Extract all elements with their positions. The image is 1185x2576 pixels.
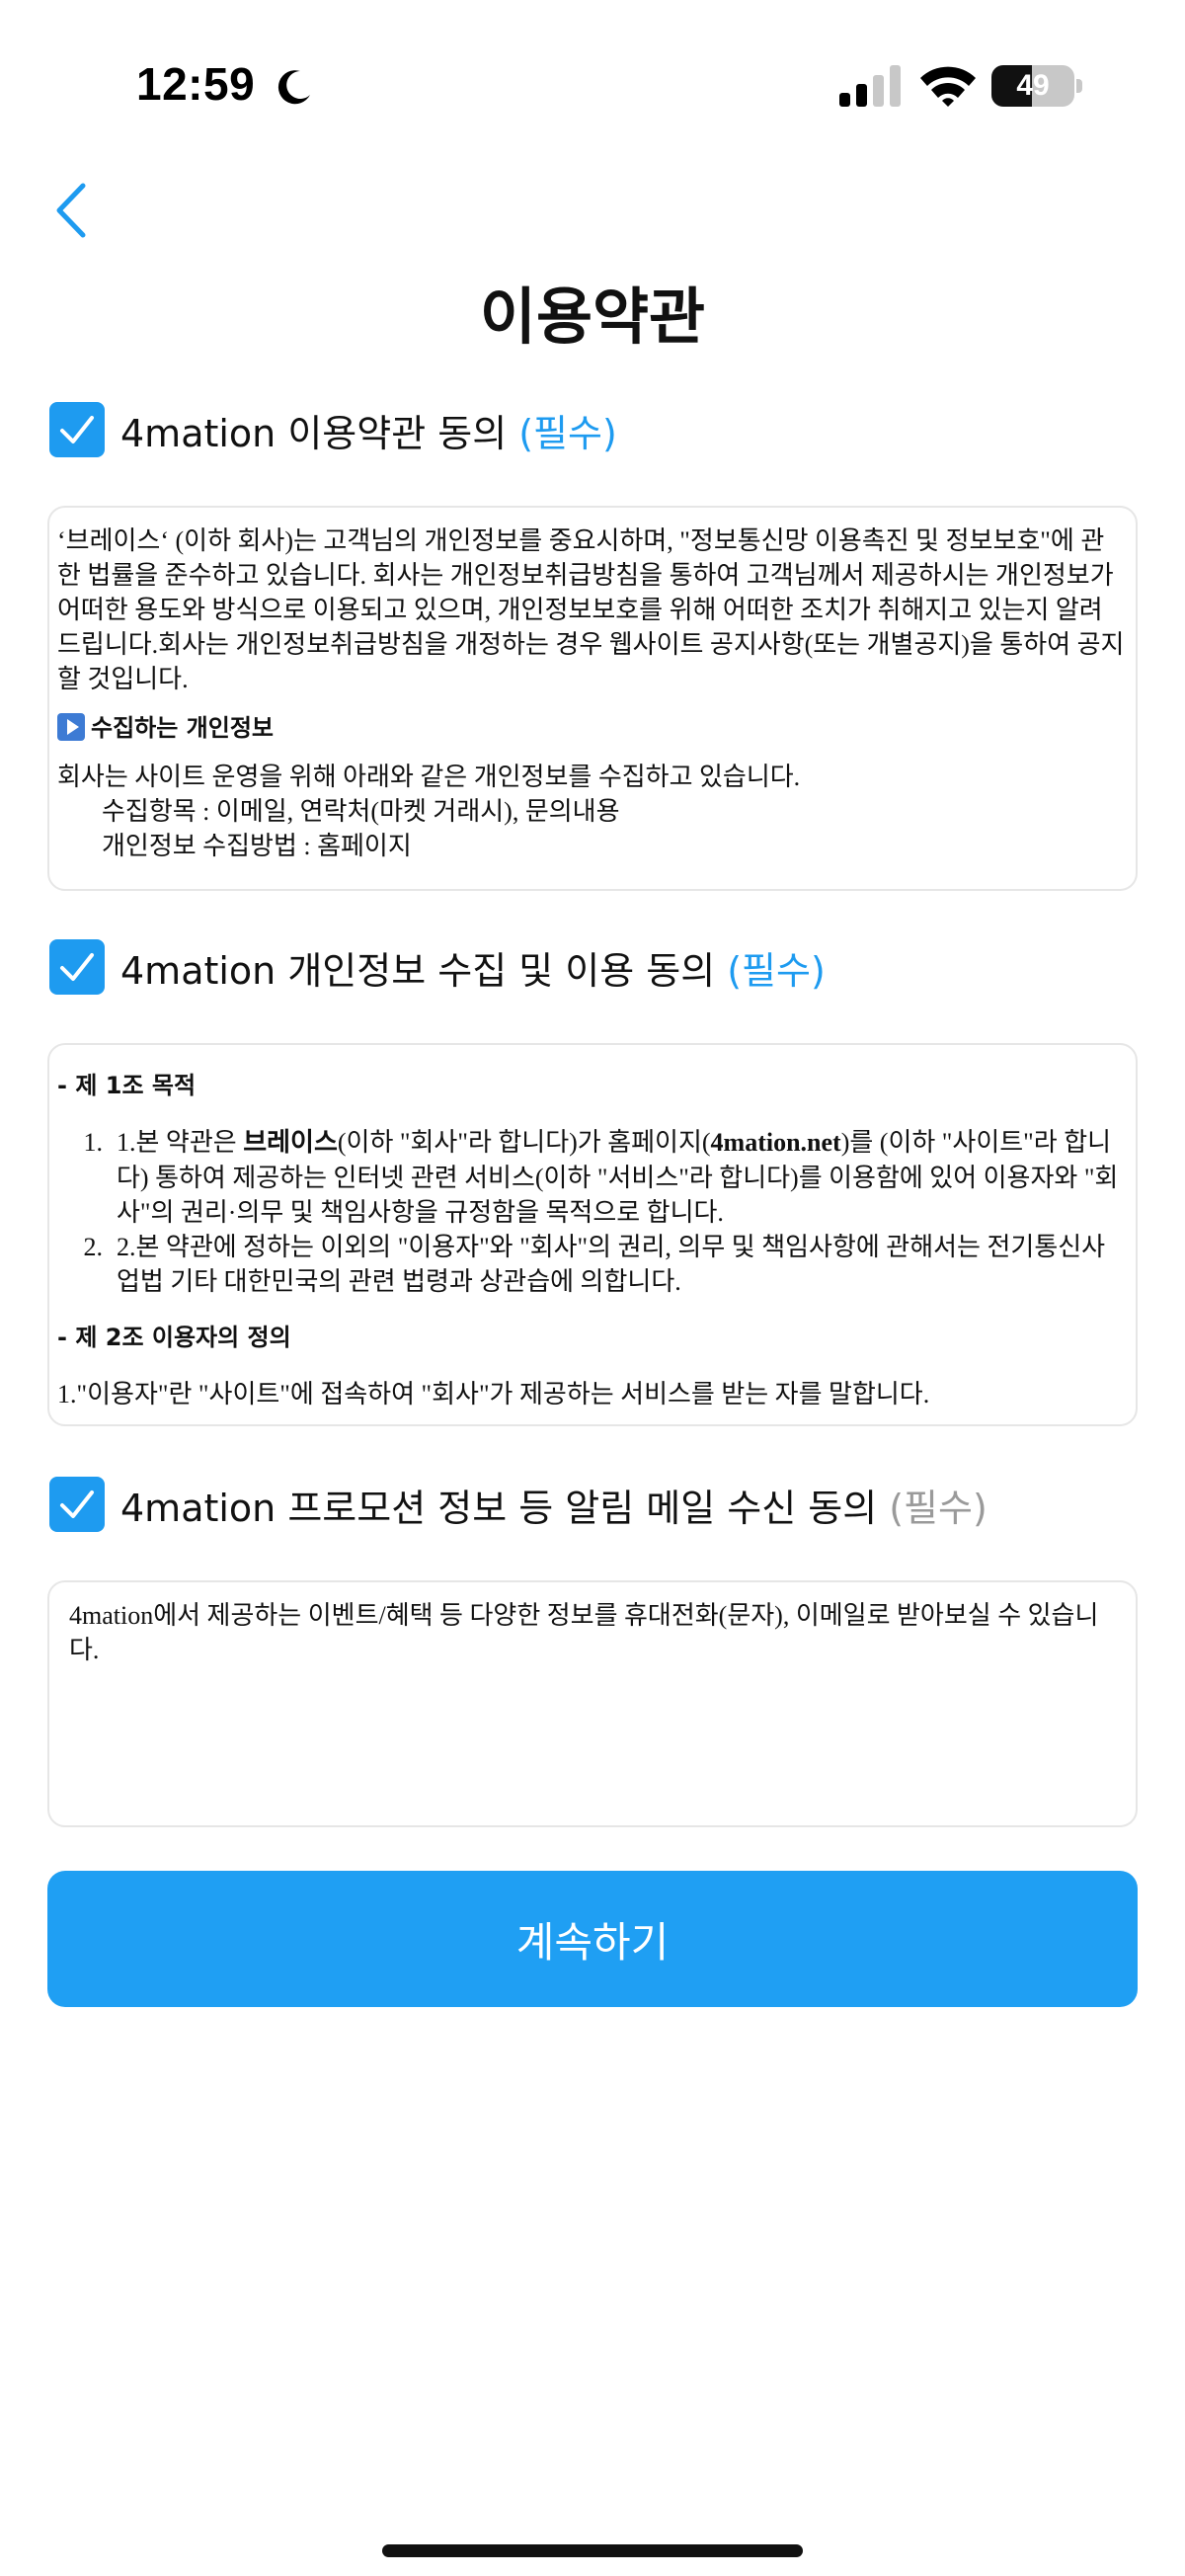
collect-method-text: 개인정보 수집방법 : 홈페이지 (102, 832, 412, 860)
privacy-agreement-row[interactable]: 4mation 개인정보 수집 및 이용 동의 (필수) (49, 937, 1136, 997)
checkmark-icon (60, 953, 94, 981)
terms-intro-text: ‘브레이스‘ (이하 회사)는 고객님의 개인정보를 중요시하며, "정보통신망… (57, 526, 1125, 693)
status-bar: 12:59 49 (0, 0, 1185, 138)
play-button-icon (57, 713, 85, 741)
battery-level: 49 (1016, 69, 1050, 102)
article-2-heading: - 제 2조 이용자의 정의 (57, 1324, 291, 1351)
privacy-agreement-checkbox[interactable] (49, 939, 105, 995)
list-item: 1. 1.본 약관은 브레이스(이하 "회사"라 합니다)가 홈페이지(4mat… (83, 1128, 1119, 1227)
terms-agreement-checkbox[interactable] (49, 402, 105, 457)
home-indicator (382, 2544, 803, 2557)
required-tag: (필수) (889, 1486, 988, 1530)
terms-body-text: 회사는 사이트 운영을 위해 아래와 같은 개인정보를 수집하고 있습니다. (57, 763, 801, 791)
cellular-signal-icon (839, 65, 901, 107)
chevron-left-icon (56, 183, 86, 238)
section-heading: 수집하는 개인정보 (57, 710, 1126, 746)
required-tag: (필수) (727, 948, 826, 993)
article-1-heading: - 제 1조 목적 (57, 1072, 197, 1099)
back-button[interactable] (47, 178, 97, 243)
terms-agreement-row[interactable]: 4mation 이용약관 동의 (필수) (49, 400, 1136, 459)
terms-content-box[interactable]: ‘브레이스‘ (이하 회사)는 고객님의 개인정보를 중요시하며, "정보통신망… (47, 506, 1138, 891)
promotion-content-box[interactable]: 4mation에서 제공하는 이벤트/혜택 등 다양한 정보를 휴대전화(문자)… (47, 1580, 1138, 1827)
wifi-icon (920, 66, 976, 107)
continue-button[interactable]: 계속하기 (47, 1871, 1138, 2007)
promotion-text: 4mation에서 제공하는 이벤트/혜택 등 다양한 정보를 휴대전화(문자)… (69, 1601, 1099, 1664)
checkmark-icon (60, 416, 94, 443)
required-tag: (필수) (518, 411, 617, 455)
collect-items-text: 수집항목 : 이메일, 연락처(마켓 거래시), 문의내용 (102, 797, 620, 826)
page-title: 이용약관 (479, 281, 706, 353)
definition-text: 1."이용자"란 "사이트"에 접속하여 "회사"가 제공하는 서비스를 받는 … (57, 1380, 930, 1409)
promotion-agreement-row[interactable]: 4mation 프로모션 정보 등 알림 메일 수신 동의 (필수) (49, 1475, 1136, 1534)
battery-indicator: 49 (991, 65, 1082, 107)
list-item: 2. 2.본 약관에 정하는 이외의 "이용자"와 "회사"의 권리, 의무 및… (83, 1233, 1106, 1296)
terms-agreement-label: 4mation 이용약관 동의 (필수) (120, 411, 617, 455)
privacy-agreement-label: 4mation 개인정보 수집 및 이용 동의 (필수) (120, 948, 826, 993)
checkmark-icon (60, 1490, 94, 1518)
privacy-content-box[interactable]: - 제 1조 목적 1. 1.본 약관은 브레이스(이하 "회사"라 합니다)가… (47, 1043, 1138, 1426)
promotion-agreement-label: 4mation 프로모션 정보 등 알림 메일 수신 동의 (필수) (120, 1486, 988, 1530)
promotion-agreement-checkbox[interactable] (49, 1477, 105, 1532)
moon-icon (277, 70, 310, 105)
status-time: 12:59 (136, 58, 256, 110)
